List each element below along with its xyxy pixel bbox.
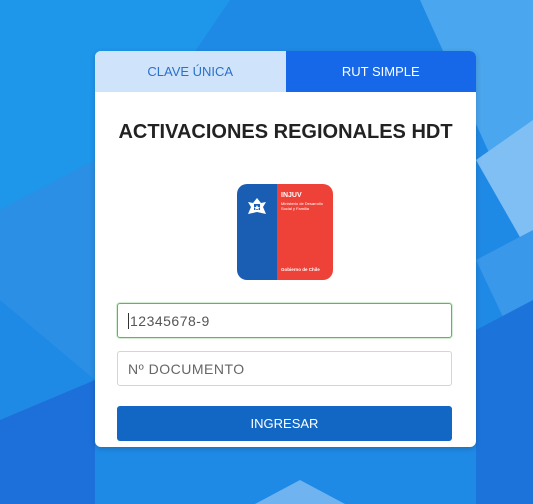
chile-crest-icon bbox=[248, 198, 266, 214]
injuv-logo: INJUV Ministerio de Desarrollo Social y … bbox=[237, 184, 333, 280]
logo-ministry: Ministerio de Desarrollo Social y Famili… bbox=[281, 201, 324, 211]
rut-input-value: 12345678-9 bbox=[130, 312, 210, 329]
text-caret bbox=[128, 312, 129, 329]
page-title: ACTIVACIONES REGIONALES HDT bbox=[118, 121, 453, 143]
logo-government: Gobierno de Chile bbox=[281, 267, 320, 272]
auth-tabs: CLAVE ÚNICA RUT SIMPLE bbox=[95, 51, 476, 92]
rut-input[interactable]: 12345678-9 bbox=[117, 303, 452, 338]
tab-clave-unica[interactable]: CLAVE ÚNICA bbox=[95, 51, 286, 92]
logo-red-panel: INJUV Ministerio de Desarrollo Social y … bbox=[277, 184, 333, 280]
document-number-placeholder: Nº DOCUMENTO bbox=[128, 360, 245, 377]
logo-blue-panel bbox=[237, 184, 277, 280]
logo-brand: INJUV bbox=[281, 192, 302, 199]
login-card: CLAVE ÚNICA RUT SIMPLE ACTIVACIONES REGI… bbox=[95, 51, 476, 447]
document-number-input[interactable]: Nº DOCUMENTO bbox=[117, 351, 452, 386]
submit-button[interactable]: INGRESAR bbox=[117, 406, 452, 441]
tab-rut-simple[interactable]: RUT SIMPLE bbox=[285, 51, 476, 92]
